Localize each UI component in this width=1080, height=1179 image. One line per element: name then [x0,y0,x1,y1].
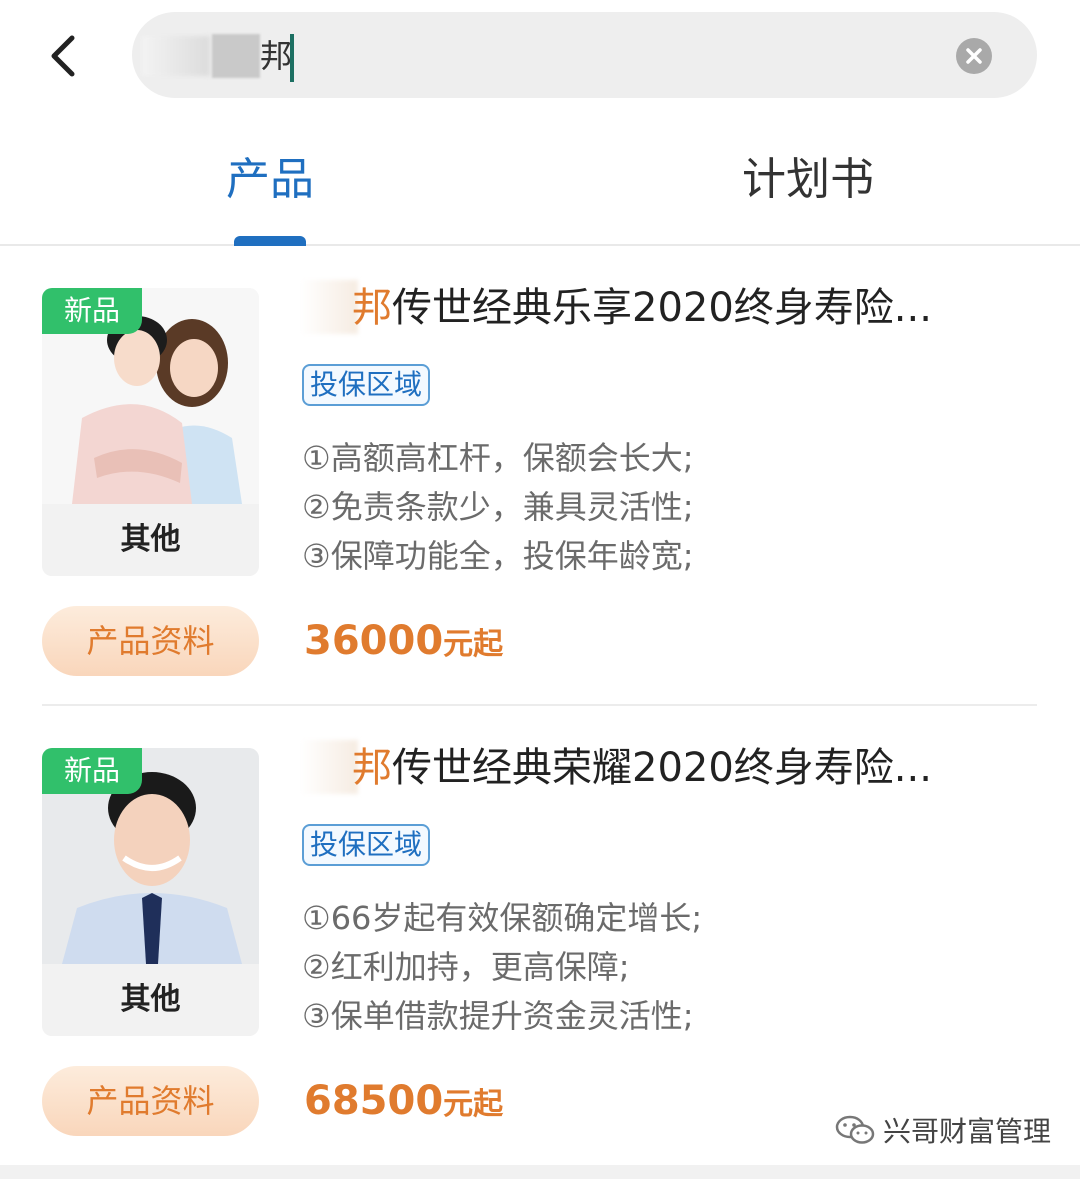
region-tag[interactable]: 投保区域 [302,364,431,406]
price: 36000元起 [304,614,503,672]
feature-item: ②红利加持，更高保障; [302,948,630,986]
price-unit: 元起 [443,627,504,662]
tab-plans[interactable]: 计划书 [742,150,874,210]
text-caret [290,34,294,82]
region-tag[interactable]: 投保区域 [302,824,431,866]
close-icon [966,48,982,64]
search-input-value: 邦 [260,37,293,75]
redacted-text [212,34,260,78]
search-header: 邦 [0,0,1080,110]
redacted-text [300,280,358,334]
bottom-divider [0,1165,1080,1179]
watermark-text: 兴哥财富管理 [883,1115,1052,1148]
feature-item: ③保单借款提升资金灵活性; [302,997,694,1035]
wechat-icon [835,1115,875,1144]
new-badge: 新品 [42,288,142,334]
price-value: 68500 [304,1078,444,1124]
watermark: 兴哥财富管理 [835,1110,1051,1150]
back-button[interactable] [40,28,90,84]
product-card[interactable]: 新品 其他 邦传世经典乐享2020终身寿险... 投保区域 ①高额高杠杆，保额会… [0,248,1080,708]
product-title-text: 邦传世经典荣耀2020终身寿险... [352,738,932,798]
feature-item: ②免责条款少，兼具灵活性; [302,488,694,526]
price-unit: 元起 [443,1087,504,1122]
tab-bar: 产品 计划书 [0,130,1080,246]
new-badge: 新品 [42,748,142,794]
feature-item: ①高额高杠杆，保额会长大; [302,439,694,477]
category-label: 其他 [42,964,259,1036]
title-rest: 传世经典荣耀2020终身寿险... [392,745,932,791]
product-card[interactable]: 新品 其他 邦传世经典荣耀2020终身寿险... 投保区域 ①66岁起有效保额确… [0,708,1080,1168]
title-highlight: 邦 [352,745,392,791]
tab-products[interactable]: 产品 [226,150,314,210]
redacted-text [300,740,358,794]
title-rest: 传世经典乐享2020终身寿险... [392,285,932,331]
redacted-text [142,36,210,76]
search-input[interactable]: 邦 [132,12,1037,98]
price: 68500元起 [304,1074,503,1132]
clear-search-button[interactable] [956,38,992,74]
feature-list: ①高额高杠杆，保额会长大; ②免责条款少，兼具灵活性; ③保障功能全，投保年龄宽… [302,434,693,581]
active-tab-indicator [234,236,306,246]
feature-item: ③保障功能全，投保年龄宽; [302,537,694,575]
product-title[interactable]: 邦传世经典荣耀2020终身寿险... [300,738,1020,798]
price-value: 36000 [304,618,444,664]
product-docs-button[interactable]: 产品资料 [42,606,259,676]
title-highlight: 邦 [352,285,392,331]
product-docs-button[interactable]: 产品资料 [42,1066,259,1136]
category-label: 其他 [42,504,259,576]
feature-list: ①66岁起有效保额确定增长; ②红利加持，更高保障; ③保单借款提升资金灵活性; [302,894,702,1041]
feature-item: ①66岁起有效保额确定增长; [302,899,703,937]
chevron-left-icon [51,35,75,77]
product-title[interactable]: 邦传世经典乐享2020终身寿险... [300,278,1020,338]
divider [42,704,1037,706]
product-title-text: 邦传世经典乐享2020终身寿险... [352,278,932,338]
